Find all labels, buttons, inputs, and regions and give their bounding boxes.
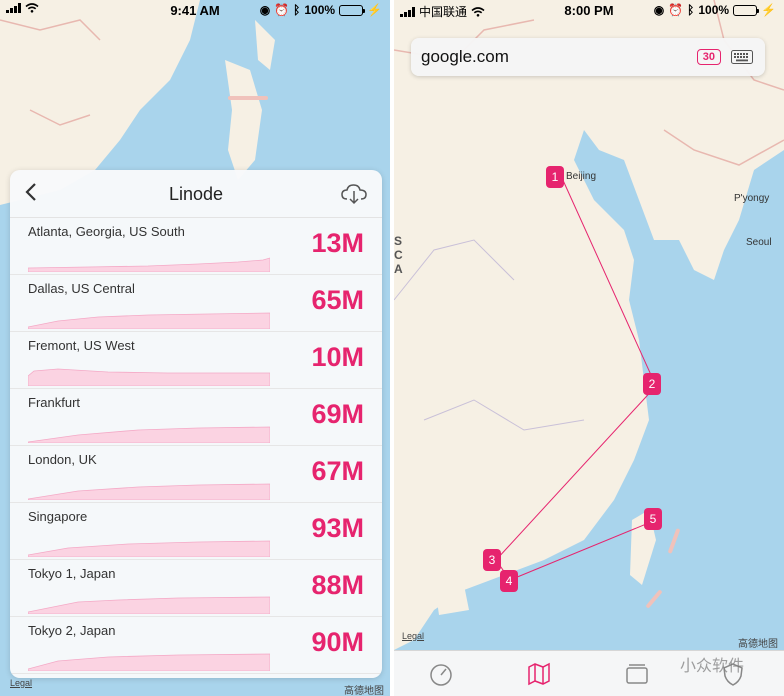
tab-cards-icon[interactable] bbox=[624, 661, 650, 687]
speed-value: 65M bbox=[311, 285, 364, 315]
map-provider-logo: 高德地图 bbox=[738, 639, 778, 650]
server-row[interactable]: Atlanta, Georgia, US South 13M bbox=[10, 218, 382, 275]
speed-value: 90M bbox=[311, 627, 364, 657]
server-row[interactable]: Frankfurt 69M bbox=[10, 389, 382, 446]
server-name: Fremont, US West bbox=[28, 338, 135, 353]
status-bar: 中国联通 8:00 PM ◉ ⏰ ᛒ 100% ⚡ bbox=[394, 0, 784, 22]
speed-sparkline bbox=[28, 653, 270, 671]
server-name: London, UK bbox=[28, 452, 97, 467]
charging-icon: ⚡ bbox=[761, 3, 776, 17]
legal-link[interactable]: Legal bbox=[10, 678, 32, 688]
server-name: Frankfurt bbox=[28, 395, 81, 410]
server-row[interactable]: London, UK 67M bbox=[10, 446, 382, 503]
speed-value: 67M bbox=[311, 456, 364, 486]
server-name: Dallas, US Central bbox=[28, 281, 135, 296]
linode-card: Linode Atlanta, Georgia, US South 13M Dall… bbox=[10, 170, 382, 678]
route-marker-1[interactable]: 1 bbox=[546, 166, 564, 188]
map-provider-logo: 高德地图 bbox=[344, 686, 384, 696]
server-name: Tokyo 1, Japan bbox=[28, 566, 116, 581]
status-bar: 9:41 AM ◉ ⏰ ᛒ 100% ⚡ bbox=[0, 0, 390, 22]
map-label-partial: S C A bbox=[394, 234, 403, 276]
right-screen: Beijing P'yongy Seoul S C A 1 2 3 4 5 中国… bbox=[394, 0, 784, 696]
card-header: Linode bbox=[10, 170, 382, 218]
city-label-pyongyang: P'yongy bbox=[734, 193, 770, 204]
speed-sparkline bbox=[28, 426, 270, 443]
map-background[interactable] bbox=[394, 0, 784, 696]
keyboard-icon[interactable] bbox=[731, 50, 753, 64]
server-row[interactable]: Fremont, US West 10M bbox=[10, 332, 382, 389]
speed-sparkline bbox=[28, 483, 270, 500]
server-name: Tokyo 2, Japan bbox=[28, 623, 116, 638]
cloud-download-icon[interactable] bbox=[340, 182, 368, 206]
server-row[interactable]: Tokyo 1, Japan 88M bbox=[10, 560, 382, 617]
bluetooth-icon: ᛒ bbox=[687, 3, 695, 17]
watermark: 小众软件 bbox=[680, 658, 745, 675]
battery-percent: 100% bbox=[304, 3, 336, 17]
route-marker-5[interactable]: 5 bbox=[644, 508, 662, 530]
status-right: ◉ ⏰ ᛒ 100% ⚡ bbox=[260, 3, 382, 17]
tab-map-icon[interactable] bbox=[526, 661, 552, 687]
route-marker-2[interactable]: 2 bbox=[643, 373, 661, 395]
speed-value: 10M bbox=[311, 342, 364, 372]
alarm-icon: ⏰ bbox=[274, 3, 290, 17]
server-row[interactable]: Dallas, US Central 65M bbox=[10, 275, 382, 332]
alarm-icon: ⏰ bbox=[668, 3, 684, 17]
search-bar[interactable]: google.com 30 bbox=[411, 38, 765, 76]
tab-speedometer-icon[interactable] bbox=[428, 661, 454, 687]
speed-sparkline bbox=[28, 257, 270, 272]
server-row[interactable]: Tokyo 2, Japan 90M bbox=[10, 617, 382, 674]
battery-percent: 100% bbox=[698, 3, 730, 17]
speed-value: 13M bbox=[311, 228, 364, 258]
speed-sparkline bbox=[28, 312, 270, 329]
charging-icon: ⚡ bbox=[367, 3, 382, 17]
city-label-seoul: Seoul bbox=[746, 237, 772, 248]
legal-link[interactable]: Legal bbox=[402, 631, 424, 641]
bluetooth-icon: ᛒ bbox=[293, 3, 301, 17]
card-title: Linode bbox=[168, 184, 224, 204]
status-right: ◉ ⏰ ᛒ 100% ⚡ bbox=[654, 3, 776, 17]
server-name: Singapore bbox=[28, 509, 88, 524]
count-badge[interactable]: 30 bbox=[696, 49, 721, 65]
search-input[interactable]: google.com bbox=[421, 47, 509, 67]
server-list: Atlanta, Georgia, US South 13M Dallas, US … bbox=[10, 218, 382, 674]
route-marker-4[interactable]: 4 bbox=[500, 570, 518, 592]
route-marker-3[interactable]: 3 bbox=[483, 549, 501, 571]
speed-value: 69M bbox=[311, 399, 364, 429]
lock-rotation-icon: ◉ bbox=[259, 3, 271, 17]
speed-sparkline bbox=[28, 540, 270, 557]
left-screen: 9:41 AM ◉ ⏰ ᛒ 100% ⚡ Linode Atlanta, Geo… bbox=[0, 0, 390, 696]
battery-icon bbox=[733, 4, 760, 16]
lock-rotation-icon: ◉ bbox=[653, 3, 665, 17]
battery-icon bbox=[339, 4, 366, 16]
speed-value: 93M bbox=[311, 513, 364, 543]
speed-sparkline bbox=[28, 596, 270, 614]
speed-value: 88M bbox=[311, 570, 364, 600]
speed-sparkline bbox=[28, 368, 270, 386]
city-label-beijing: Beijing bbox=[566, 171, 597, 182]
server-name: Atlanta, Georgia, US South bbox=[28, 224, 185, 239]
server-row[interactable]: Singapore 93M bbox=[10, 503, 382, 560]
